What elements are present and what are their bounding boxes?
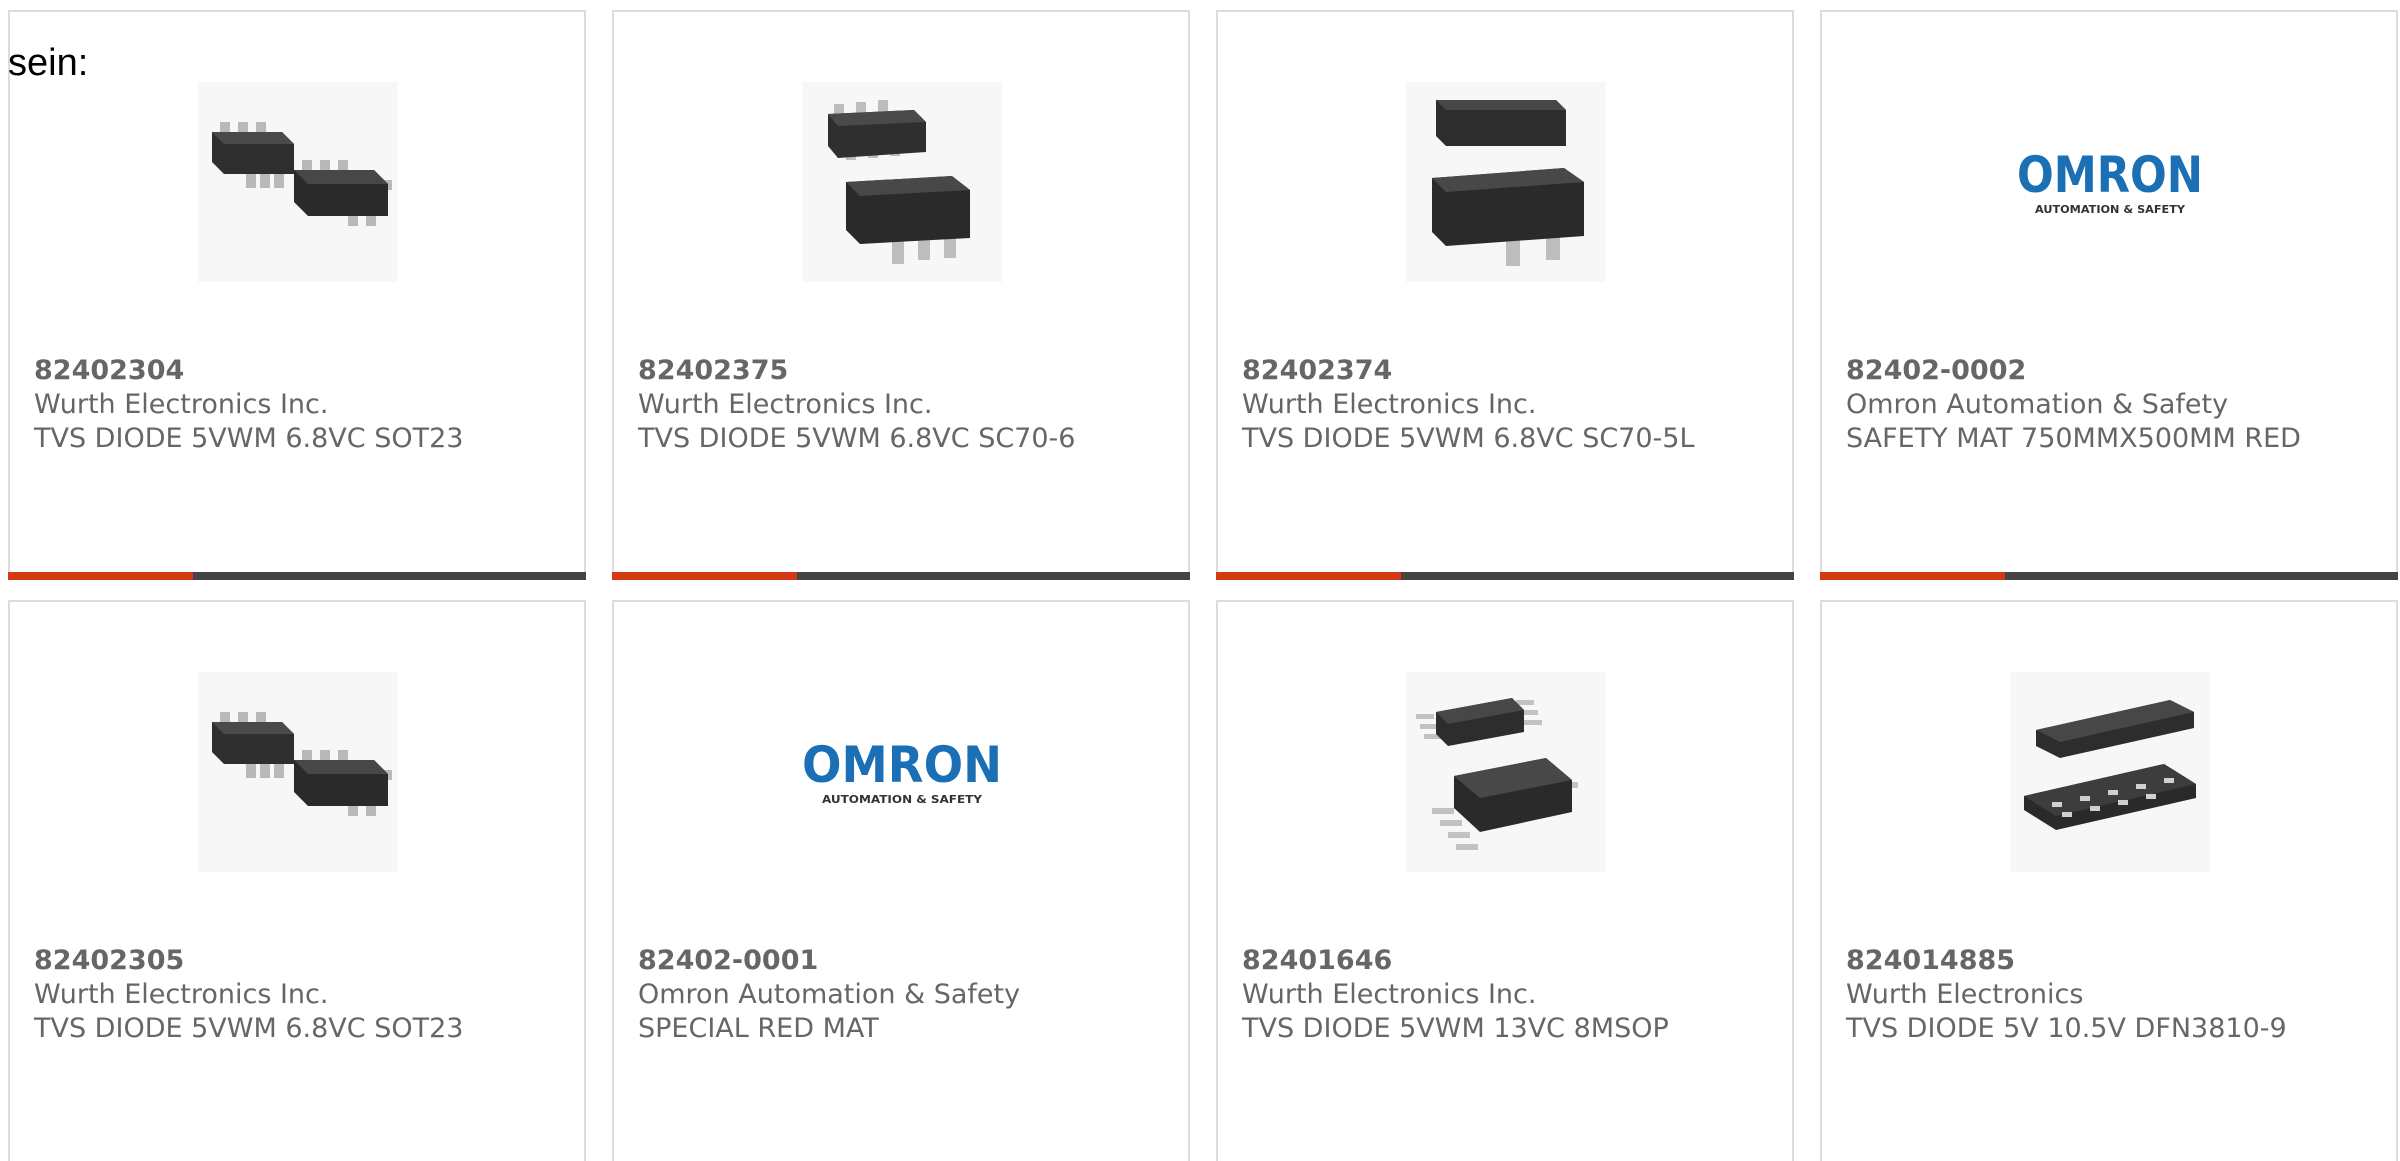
product-card[interactable]: 82402374 Wurth Electronics Inc. TVS DIOD… — [1216, 10, 1794, 580]
product-card[interactable]: OMRON AUTOMATION & SAFETY 82402-0001 Omr… — [612, 600, 1190, 1161]
card-progress-bar — [612, 572, 1190, 580]
manufacturer-name: Wurth Electronics Inc. — [34, 389, 329, 420]
omron-logo-subtext: AUTOMATION & SAFETY — [822, 793, 983, 806]
omron-logo-subtext: AUTOMATION & SAFETY — [2035, 203, 2186, 216]
part-number-link[interactable]: 82402374 — [1242, 354, 1782, 388]
card-progress-bar — [1820, 572, 2398, 580]
omron-logo: OMRON AUTOMATION & SAFETY — [2017, 146, 2203, 216]
product-description: TVS DIODE 5V 10.5V DFN3810-9 — [1846, 1013, 2287, 1044]
product-card[interactable]: 82402304 Wurth Electronics Inc. TVS DIOD… — [8, 10, 586, 580]
product-description: TVS DIODE 5VWM 6.8VC SC70-6 — [638, 423, 1076, 454]
dfn-package-icon — [2010, 672, 2210, 872]
card-progress-fill — [8, 572, 193, 580]
omron-logo-text: OMRON — [802, 736, 1002, 794]
part-number-link[interactable]: 82402304 — [34, 354, 574, 388]
part-number-link[interactable]: 82402375 — [638, 354, 1178, 388]
manufacturer-name: Wurth Electronics Inc. — [638, 389, 933, 420]
manufacturer-name: Wurth Electronics Inc. — [1242, 979, 1537, 1010]
product-card[interactable]: 824014885 Wurth Electronics TVS DIODE 5V… — [1820, 600, 2398, 1161]
part-number-link[interactable]: 824014885 — [1846, 944, 2386, 978]
manufacturer-name: Omron Automation & Safety — [1846, 389, 2229, 420]
product-image[interactable] — [2010, 672, 2210, 872]
product-image[interactable] — [802, 82, 1002, 282]
product-image[interactable] — [198, 672, 398, 872]
product-image[interactable]: OMRON AUTOMATION & SAFETY — [2010, 82, 2210, 282]
product-grid: 82402304 Wurth Electronics Inc. TVS DIOD… — [0, 0, 2400, 1161]
card-progress-fill — [1216, 572, 1401, 580]
sc70-6-package-icon — [802, 82, 1002, 282]
product-card[interactable]: 82402305 Wurth Electronics Inc. TVS DIOD… — [8, 600, 586, 1161]
part-number-link[interactable]: 82402305 — [34, 944, 574, 978]
product-description: SAFETY MAT 750MMX500MM RED — [1846, 423, 2301, 454]
part-number-link[interactable]: 82401646 — [1242, 944, 1782, 978]
part-number-link[interactable]: 82402-0001 — [638, 944, 1178, 978]
product-image[interactable] — [198, 82, 398, 282]
card-progress-fill — [1820, 572, 2005, 580]
product-description: SPECIAL RED MAT — [638, 1013, 879, 1044]
product-description: TVS DIODE 5VWM 13VC 8MSOP — [1242, 1013, 1669, 1044]
product-card[interactable]: OMRON AUTOMATION & SAFETY 82402-0002 Omr… — [1820, 10, 2398, 580]
omron-logo-text: OMRON — [2017, 146, 2203, 204]
product-image[interactable] — [1406, 672, 1606, 872]
product-image[interactable]: OMRON AUTOMATION & SAFETY — [802, 672, 1002, 872]
part-number-link[interactable]: 82402-0002 — [1846, 354, 2386, 388]
product-image[interactable] — [1406, 82, 1606, 282]
msop-8-package-icon — [1406, 672, 1606, 872]
product-card[interactable]: 82402375 Wurth Electronics Inc. TVS DIOD… — [612, 10, 1190, 580]
card-progress-bar — [1216, 572, 1794, 580]
sot23-6-package-icon — [198, 672, 398, 872]
card-progress-bar — [8, 572, 586, 580]
manufacturer-name: Wurth Electronics Inc. — [1242, 389, 1537, 420]
card-progress-fill — [612, 572, 797, 580]
sc70-5-package-icon — [1406, 82, 1606, 282]
product-description: TVS DIODE 5VWM 6.8VC SOT23 — [34, 423, 464, 454]
manufacturer-name: Wurth Electronics Inc. — [34, 979, 329, 1010]
omron-logo: OMRON AUTOMATION & SAFETY — [802, 736, 1002, 806]
sot23-6-package-icon — [198, 82, 398, 282]
product-description: TVS DIODE 5VWM 6.8VC SOT23 — [34, 1013, 464, 1044]
manufacturer-name: Wurth Electronics — [1846, 979, 2084, 1010]
intro-text: sein: — [8, 42, 89, 84]
product-card[interactable]: 82401646 Wurth Electronics Inc. TVS DIOD… — [1216, 600, 1794, 1161]
product-description: TVS DIODE 5VWM 6.8VC SC70-5L — [1242, 423, 1695, 454]
manufacturer-name: Omron Automation & Safety — [638, 979, 1021, 1010]
